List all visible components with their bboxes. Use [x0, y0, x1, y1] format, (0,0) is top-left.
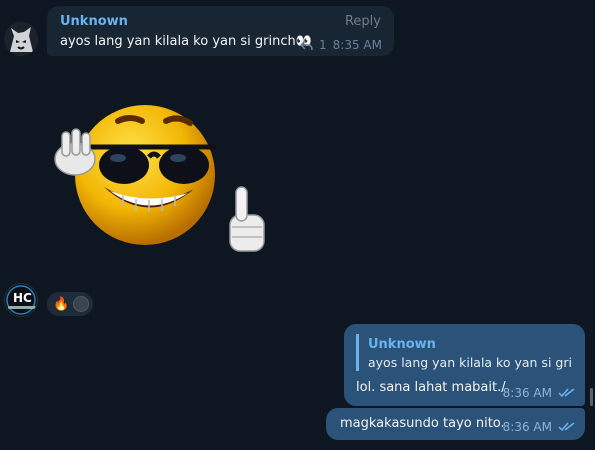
scrollbar-thumb[interactable]: [590, 388, 593, 406]
hc-logo-text: HC: [13, 291, 32, 305]
message-time: 8:36 AM: [502, 420, 552, 434]
sunglasses-thumbs-up-smiley-sticker-icon: [54, 105, 265, 252]
message-time: 8:36 AM: [502, 386, 552, 400]
reply-count[interactable]: 1: [319, 38, 327, 52]
wolf-avatar-icon: [4, 22, 38, 56]
quoted-text: ayos lang yan kilala ko yan si grin...: [368, 355, 573, 370]
quoted-sender-name: Unknown: [368, 337, 436, 352]
sender-name[interactable]: Unknown: [60, 14, 128, 29]
sender-avatar[interactable]: [4, 22, 38, 56]
hc-avatar[interactable]: HC: [4, 283, 38, 317]
outgoing-message-bubble[interactable]: Unknown ayos lang yan kilala ko yan si g…: [344, 324, 585, 406]
sticker-message[interactable]: [48, 105, 273, 265]
reaction-chip[interactable]: 🔥: [47, 292, 93, 316]
double-check-icon: [558, 422, 575, 432]
fire-reaction-icon: 🔥: [53, 296, 70, 312]
message-meta: 1 8:35 AM: [300, 38, 382, 52]
message-text: magkakasundo tayo nito.: [340, 416, 505, 431]
double-check-icon: [558, 388, 575, 398]
reply-button[interactable]: Reply: [345, 14, 381, 29]
reply-arrow-icon: [300, 39, 313, 50]
reactor-avatar-icon: [73, 296, 90, 312]
message-meta: 8:36 AM: [503, 386, 575, 400]
hc-logo-underline: [8, 306, 36, 309]
quoted-reply[interactable]: Unknown ayos lang yan kilala ko yan si g…: [356, 334, 574, 371]
message-time: 8:35 AM: [332, 38, 382, 52]
message-meta: 8:36 AM: [503, 420, 575, 434]
message-text: ayos lang yan kilala ko yan si grinch👀: [60, 34, 312, 49]
message-text: lol. sana lahat mabait./: [356, 380, 506, 395]
incoming-message-bubble[interactable]: Unknown Reply ayos lang yan kilala ko ya…: [47, 6, 394, 56]
outgoing-message-bubble[interactable]: magkakasundo tayo nito. 8:36 AM: [326, 408, 585, 440]
